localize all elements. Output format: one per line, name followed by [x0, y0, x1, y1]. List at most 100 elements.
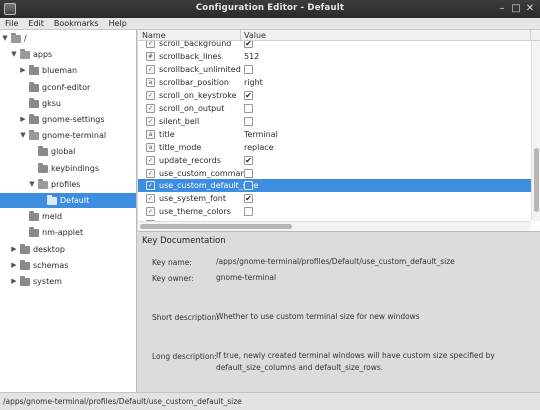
table-row[interactable]: # scrollback_lines 512: [138, 50, 531, 63]
boolean-type-icon: ✓: [146, 168, 155, 178]
value-checkbox[interactable]: [244, 103, 253, 113]
table-row[interactable]: a scrollbar_position right: [138, 76, 531, 89]
expander-right-icon[interactable]: ▶: [10, 242, 18, 257]
scrollbar-thumb[interactable]: [534, 148, 539, 212]
horizontal-scrollbar[interactable]: [138, 221, 531, 231]
vertical-scrollbar[interactable]: [531, 41, 540, 221]
tree-node-gconf-editor[interactable]: gconf-editor: [0, 80, 136, 95]
minimize-icon[interactable]: –: [496, 3, 508, 15]
key-owner-value: gnome-terminal: [216, 273, 277, 282]
tree-node-label: Default: [60, 196, 90, 205]
tree-node-gksu[interactable]: gksu: [0, 96, 136, 111]
tree-node-label: system: [33, 277, 62, 286]
tree-node-system[interactable]: ▶ system: [0, 274, 136, 289]
folder-icon: [38, 162, 48, 173]
boolean-type-icon: ✓: [146, 90, 155, 100]
menu-file[interactable]: File: [0, 18, 23, 30]
table-row[interactable]: ✓ use_theme_colors: [138, 205, 531, 218]
value-checkbox[interactable]: [244, 207, 253, 217]
folder-icon: [29, 114, 39, 124]
tree-node-schemas[interactable]: ▶ schemas: [0, 258, 136, 273]
expander-right-icon[interactable]: ▶: [10, 258, 18, 273]
tree-node-label: global: [51, 147, 76, 157]
expander-down-icon[interactable]: ▼: [19, 128, 27, 143]
tree-node-gnome-terminal[interactable]: ▼ gnome-terminal: [0, 128, 136, 143]
key-value[interactable]: Terminal: [244, 128, 278, 141]
long-description-value: If true, newly created terminal windows …: [216, 351, 495, 372]
folder-icon: [20, 276, 30, 286]
table-row[interactable]: ✓ update_records ✔: [138, 154, 531, 167]
folder-icon: [29, 97, 39, 108]
table-row[interactable]: ✓ use_custom_command: [138, 167, 531, 180]
tree-node-profiles[interactable]: ▼ profiles: [0, 177, 136, 192]
value-checkbox[interactable]: ✔: [244, 155, 253, 165]
expander-down-icon[interactable]: ▼: [1, 31, 9, 46]
tree-node-label: apps: [33, 50, 53, 60]
menu-help[interactable]: Help: [104, 18, 132, 30]
folder-icon: [47, 195, 57, 205]
folder-icon: [38, 146, 48, 157]
string-type-icon: a: [146, 129, 155, 139]
boolean-type-icon: ✓: [146, 64, 155, 74]
string-type-icon: a: [146, 142, 155, 152]
menu-bookmarks[interactable]: Bookmarks: [49, 18, 104, 30]
maximize-icon[interactable]: □: [510, 3, 522, 15]
table-row[interactable]: ✓ use_system_font ✔: [138, 192, 531, 205]
expander-right-icon[interactable]: ▶: [19, 63, 27, 78]
table-row[interactable]: ✓ scroll_on_output: [138, 102, 531, 115]
close-icon[interactable]: ✕: [524, 3, 536, 15]
key-value[interactable]: 512: [244, 50, 259, 63]
boolean-type-icon: ✓: [146, 181, 155, 191]
table-row[interactable]: a title_mode replace: [138, 141, 531, 154]
tree-node-default[interactable]: Default: [0, 193, 136, 208]
long-description-label: Long description:: [152, 352, 217, 361]
tree-node-label: nm-applet: [42, 228, 84, 238]
value-checkbox[interactable]: [244, 116, 253, 126]
key-tree[interactable]: ▼ / ▼ apps ▶ blueman gconf-editor gksu ▶ gnome-se…: [0, 30, 137, 392]
column-header-value[interactable]: Value: [244, 31, 266, 40]
expander-right-icon[interactable]: ▶: [10, 274, 18, 289]
value-checkbox[interactable]: [244, 168, 253, 178]
expander-down-icon[interactable]: ▼: [10, 47, 18, 62]
folder-icon: [29, 65, 39, 76]
table-row[interactable]: ✓ scroll_on_keystroke ✔: [138, 89, 531, 102]
tree-node-meld[interactable]: meld: [0, 209, 136, 224]
folder-icon: [38, 178, 48, 189]
tree-node-gnome-settings[interactable]: ▶ gnome-settings: [0, 112, 136, 127]
value-checkbox[interactable]: [244, 181, 253, 191]
table-row[interactable]: ✓ scrollback_unlimited: [138, 63, 531, 76]
short-description-label: Short description:: [152, 313, 219, 322]
tree-node-global[interactable]: global: [0, 144, 136, 159]
tree-node-keybindings[interactable]: keybindings: [0, 161, 136, 176]
value-checkbox[interactable]: ✔: [244, 41, 253, 48]
expander-down-icon[interactable]: ▼: [28, 177, 36, 192]
key-name: scroll_on_output: [159, 103, 225, 113]
boolean-type-icon: ✓: [146, 194, 155, 204]
table-body: ✓ scroll_background ✔ # scrollback_lines 512 ✓…: [138, 41, 531, 221]
tree-node-desktop[interactable]: ▶ desktop: [0, 242, 136, 257]
scrollbar-thumb[interactable]: [140, 224, 292, 229]
tree-node-root[interactable]: ▼ /: [0, 31, 136, 46]
tree-node-label: meld: [42, 212, 63, 222]
boolean-type-icon: ✓: [146, 41, 155, 48]
tree-node-nm-applet[interactable]: nm-applet: [0, 225, 136, 240]
tree-node-apps[interactable]: ▼ apps: [0, 47, 136, 62]
menu-edit[interactable]: Edit: [23, 18, 49, 30]
integer-type-icon: #: [146, 51, 155, 61]
key-value[interactable]: replace: [244, 141, 274, 154]
value-checkbox[interactable]: ✔: [244, 194, 253, 204]
table-row[interactable]: ✓ silent_bell: [138, 115, 531, 128]
expander-right-icon[interactable]: ▶: [19, 112, 27, 127]
key-value[interactable]: right: [244, 76, 263, 89]
table-row[interactable]: ✓ scroll_background ✔: [138, 41, 531, 50]
value-checkbox[interactable]: [244, 64, 253, 74]
key-owner-label: Key owner:: [152, 274, 194, 283]
key-name-value: /apps/gnome-terminal/profiles/Default/us…: [216, 257, 455, 266]
status-text: /apps/gnome-terminal/profiles/Default/us…: [3, 397, 242, 406]
table-row[interactable]: a title Terminal: [138, 128, 531, 141]
column-header-name[interactable]: Name: [142, 31, 166, 40]
value-checkbox[interactable]: ✔: [244, 90, 253, 100]
table-row[interactable]: ✓ use_custom_default_size: [138, 179, 531, 193]
tree-node-label: gnome-terminal: [42, 131, 107, 141]
tree-node-blueman[interactable]: ▶ blueman: [0, 63, 136, 78]
